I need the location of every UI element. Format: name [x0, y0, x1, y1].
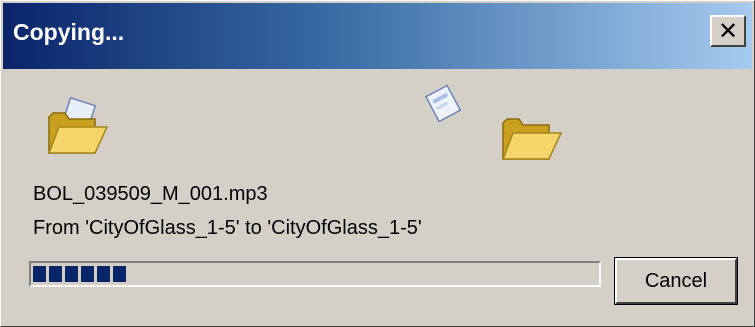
source-folder-icon: [47, 97, 109, 154]
progress-bar: [29, 261, 601, 287]
progress-fill: [33, 266, 129, 282]
file-name-label: BOL_039509_M_001.mp3: [33, 183, 268, 205]
close-button[interactable]: ✕: [710, 15, 746, 47]
title-bar[interactable]: Copying... ✕: [3, 3, 752, 69]
close-icon: ✕: [717, 17, 739, 45]
destination-folder-icon: [501, 118, 563, 160]
window-title: Copying...: [13, 19, 125, 45]
source-destination-label: From 'CityOfGlass_1-5' to 'CityOfGlass_1…: [33, 217, 422, 239]
cancel-button[interactable]: Cancel: [614, 257, 738, 305]
flying-document-icon: [424, 84, 462, 123]
copy-dialog: Copying... ✕ BOL_039509_M_001.mp3 From '…: [0, 0, 755, 327]
